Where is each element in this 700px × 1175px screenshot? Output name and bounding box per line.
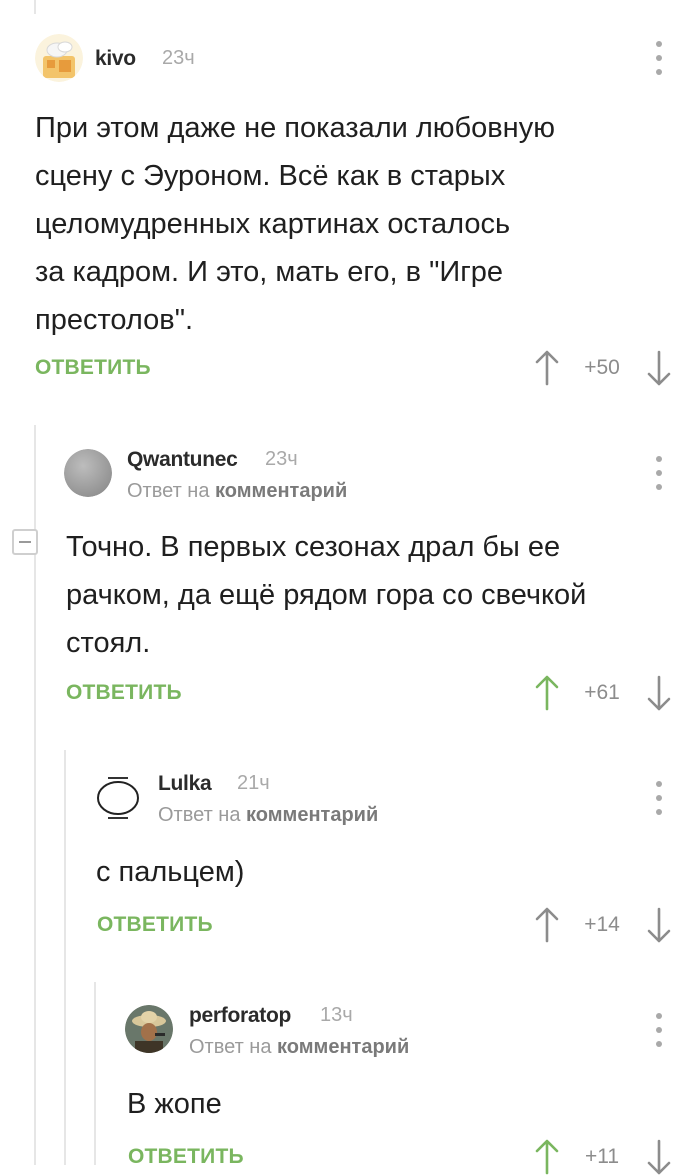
- username[interactable]: Lulka: [158, 772, 212, 796]
- reply-button[interactable]: ОТВЕТИТЬ: [66, 681, 182, 705]
- comment-text: При этом даже не показали любовную сцену…: [35, 112, 555, 336]
- reply-to: Ответ на комментарий: [158, 804, 379, 826]
- arrow-down-icon[interactable]: [647, 675, 671, 711]
- arrow-down-icon[interactable]: [647, 907, 671, 943]
- comment-text: с пальцем): [96, 856, 245, 888]
- timestamp: 21ч: [237, 772, 270, 794]
- more-vertical-icon[interactable]: [654, 456, 664, 490]
- reply-button[interactable]: ОТВЕТИТЬ: [97, 913, 213, 937]
- avatar[interactable]: [125, 1005, 173, 1053]
- more-vertical-icon[interactable]: [654, 1013, 664, 1047]
- comment-text: Точно. В первых сезонах драл бы ее рачко…: [66, 531, 587, 659]
- username[interactable]: perforatop: [189, 1004, 291, 1028]
- arrow-up-icon[interactable]: [535, 907, 559, 943]
- score: +11: [584, 1145, 620, 1168]
- thread-line-level-3[interactable]: [94, 982, 96, 1165]
- arrow-up-icon[interactable]: [535, 350, 559, 386]
- thread-line-root: [34, 0, 36, 14]
- parent-comment-link[interactable]: комментарий: [246, 804, 378, 826]
- timestamp: 23ч: [162, 47, 195, 69]
- more-vertical-icon[interactable]: [654, 781, 664, 815]
- reply-button[interactable]: ОТВЕТИТЬ: [128, 1145, 244, 1169]
- reply-to: Ответ на комментарий: [127, 480, 348, 502]
- parent-comment-link[interactable]: комментарий: [277, 1036, 409, 1058]
- score: +14: [584, 913, 620, 936]
- avatar[interactable]: [35, 34, 83, 82]
- reply-to: Ответ на комментарий: [189, 1036, 410, 1058]
- arrow-up-icon[interactable]: [535, 675, 559, 711]
- arrow-down-icon[interactable]: [647, 1139, 671, 1175]
- timestamp: 23ч: [265, 448, 298, 470]
- reply-button[interactable]: ОТВЕТИТЬ: [35, 356, 151, 380]
- username[interactable]: kivo: [95, 47, 136, 71]
- timestamp: 13ч: [320, 1004, 353, 1026]
- parent-comment-link[interactable]: комментарий: [215, 480, 347, 502]
- score: +61: [584, 681, 620, 704]
- collapse-thread-button[interactable]: [12, 529, 38, 555]
- more-vertical-icon[interactable]: [654, 41, 664, 75]
- avatar[interactable]: [64, 449, 112, 497]
- comment-text: В жопе: [127, 1088, 222, 1120]
- thread-line-level-2[interactable]: [64, 750, 66, 1165]
- score: +50: [584, 356, 620, 379]
- arrow-up-icon[interactable]: [535, 1139, 559, 1175]
- arrow-down-icon[interactable]: [647, 350, 671, 386]
- username[interactable]: Qwantunec: [127, 448, 238, 472]
- avatar[interactable]: [94, 774, 142, 822]
